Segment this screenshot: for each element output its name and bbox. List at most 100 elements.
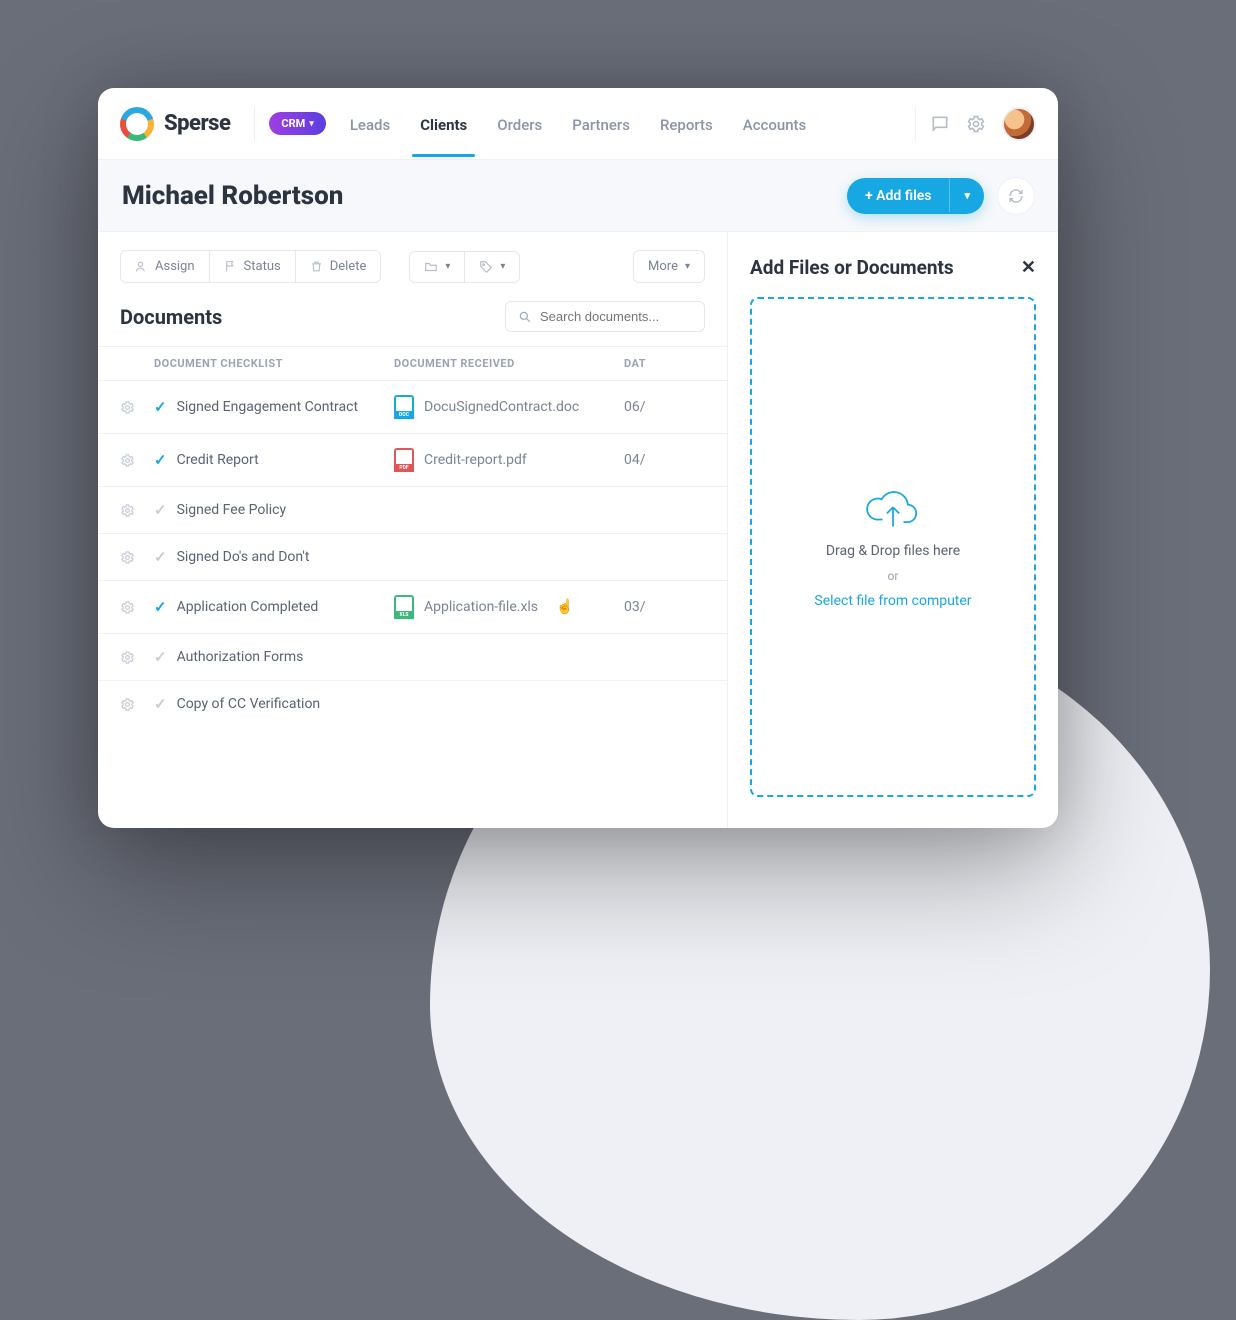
pointer-icon: ☝ [556, 599, 573, 615]
add-files-button: + Add files ▾ [847, 178, 984, 214]
row-gear-icon[interactable] [120, 503, 154, 518]
row-gear-icon[interactable] [120, 697, 154, 712]
table-row[interactable]: ✓ Application Completed Application-file.x… [98, 580, 727, 633]
checklist-name: Application Completed [177, 599, 319, 615]
checklist-name: Signed Engagement Contract [177, 399, 358, 415]
check-icon: ✓ [154, 398, 167, 416]
file-xls-icon [394, 595, 414, 619]
check-icon: ✓ [154, 548, 167, 566]
workspace-pill[interactable]: CRM ▾ [269, 112, 325, 135]
assign-icon [135, 260, 148, 273]
top-nav: Sperse CRM ▾ Leads Clients Orders Partners R… [98, 88, 1058, 160]
panel-title: Add Files or Documents [750, 256, 954, 279]
checklist-name: Signed Fee Policy [177, 502, 287, 518]
file-name[interactable]: Application-file.xls [424, 599, 538, 615]
cloud-upload-icon [865, 485, 921, 533]
dropzone-or: or [888, 569, 899, 583]
page-header: Michael Robertson + Add files ▾ [98, 160, 1058, 232]
file-dropzone[interactable]: Drag & Drop files here or Select file fr… [750, 297, 1036, 797]
check-icon: ✓ [154, 648, 167, 666]
content-body: Assign Status Delete [98, 232, 1058, 828]
more-dropdown[interactable]: More ▾ [633, 250, 705, 283]
section-header: Documents [98, 301, 727, 346]
divider [254, 107, 255, 141]
chevron-down-icon: ▾ [309, 119, 314, 129]
panel-header: Add Files or Documents ✕ [750, 256, 1036, 279]
search-documents[interactable] [505, 301, 705, 332]
table-row[interactable]: ✓ Signed Engagement Contract DocuSignedCon… [98, 380, 727, 433]
nav-tab-accounts[interactable]: Accounts [741, 92, 809, 156]
brand-logo[interactable]: Sperse [120, 107, 230, 141]
col-date: DAT [624, 357, 705, 370]
flag-icon [224, 260, 237, 273]
check-icon: ✓ [154, 695, 167, 713]
col-checklist: DOCUMENT CHECKLIST [154, 357, 394, 370]
status-label: Status [244, 259, 281, 274]
top-right-actions [930, 107, 1036, 141]
user-avatar[interactable] [1002, 107, 1036, 141]
nav-tabs: Leads Clients Orders Partners Reports Account… [348, 92, 901, 156]
file-name[interactable]: DocuSignedContract.doc [424, 399, 579, 415]
delete-button[interactable]: Delete [295, 250, 382, 283]
check-icon: ✓ [154, 598, 167, 616]
secondary-action-group: ▾ ▾ [409, 251, 520, 283]
table-row[interactable]: ✓ Signed Do's and Don't [98, 533, 727, 580]
more-label: More [648, 259, 678, 274]
upload-panel: Add Files or Documents ✕ Drag & Drop fil… [728, 232, 1058, 828]
checklist-name: Signed Do's and Don't [177, 549, 310, 565]
checklist-name: Copy of CC Verification [177, 696, 321, 712]
row-gear-icon[interactable] [120, 600, 154, 615]
tag-dropdown[interactable]: ▾ [464, 251, 520, 283]
select-file-link[interactable]: Select file from computer [814, 593, 971, 609]
row-gear-icon[interactable] [120, 550, 154, 565]
refresh-button[interactable] [998, 178, 1034, 214]
table-row[interactable]: ✓ Authorization Forms [98, 633, 727, 680]
table-row[interactable]: ✓ Signed Fee Policy [98, 486, 727, 533]
folder-icon [424, 260, 438, 274]
divider [915, 107, 916, 141]
chevron-down-icon: ▾ [445, 261, 450, 272]
row-date: 03/ [624, 599, 705, 615]
assign-label: Assign [155, 259, 195, 274]
file-name[interactable]: Credit-report.pdf [424, 452, 527, 468]
file-pdf-icon [394, 448, 414, 472]
checklist-name: Authorization Forms [177, 649, 304, 665]
nav-tab-reports[interactable]: Reports [658, 92, 715, 156]
client-name: Michael Robertson [122, 181, 343, 211]
close-panel-button[interactable]: ✕ [1021, 257, 1036, 278]
row-gear-icon[interactable] [120, 400, 154, 415]
status-button[interactable]: Status [209, 250, 296, 283]
delete-label: Delete [330, 259, 367, 274]
table-header: DOCUMENT CHECKLIST DOCUMENT RECEIVED DAT [98, 346, 727, 380]
search-icon [518, 310, 532, 324]
row-date: 04/ [624, 452, 705, 468]
bulk-action-bar: Assign Status Delete [98, 232, 727, 301]
settings-gear-icon[interactable] [966, 114, 988, 134]
add-files-main[interactable]: + Add files [847, 178, 950, 214]
chevron-down-icon: ▾ [500, 261, 505, 272]
row-gear-icon[interactable] [120, 453, 154, 468]
row-gear-icon[interactable] [120, 650, 154, 665]
dropzone-text: Drag & Drop files here [826, 543, 960, 559]
trash-icon [310, 260, 323, 273]
logo-mark-icon [120, 107, 154, 141]
nav-tab-partners[interactable]: Partners [570, 92, 632, 156]
chevron-down-icon: ▾ [685, 261, 690, 272]
nav-tab-leads[interactable]: Leads [348, 92, 392, 156]
nav-tab-clients[interactable]: Clients [418, 92, 469, 156]
search-input[interactable] [540, 309, 692, 324]
assign-button[interactable]: Assign [120, 250, 210, 283]
brand-name: Sperse [164, 111, 230, 136]
check-icon: ✓ [154, 501, 167, 519]
add-files-dropdown[interactable]: ▾ [949, 179, 984, 212]
folder-dropdown[interactable]: ▾ [409, 251, 465, 283]
chat-icon[interactable] [930, 114, 952, 134]
nav-tab-orders[interactable]: Orders [495, 92, 544, 156]
table-row[interactable]: ✓Credit ReportCredit-report.pdf04/ [98, 433, 727, 486]
col-received: DOCUMENT RECEIVED [394, 357, 624, 370]
checklist-name: Credit Report [177, 452, 259, 468]
section-title: Documents [120, 305, 222, 329]
page-header-actions: + Add files ▾ [847, 178, 1034, 214]
file-doc-icon [394, 395, 414, 419]
table-row[interactable]: ✓ Copy of CC Verification [98, 680, 727, 727]
